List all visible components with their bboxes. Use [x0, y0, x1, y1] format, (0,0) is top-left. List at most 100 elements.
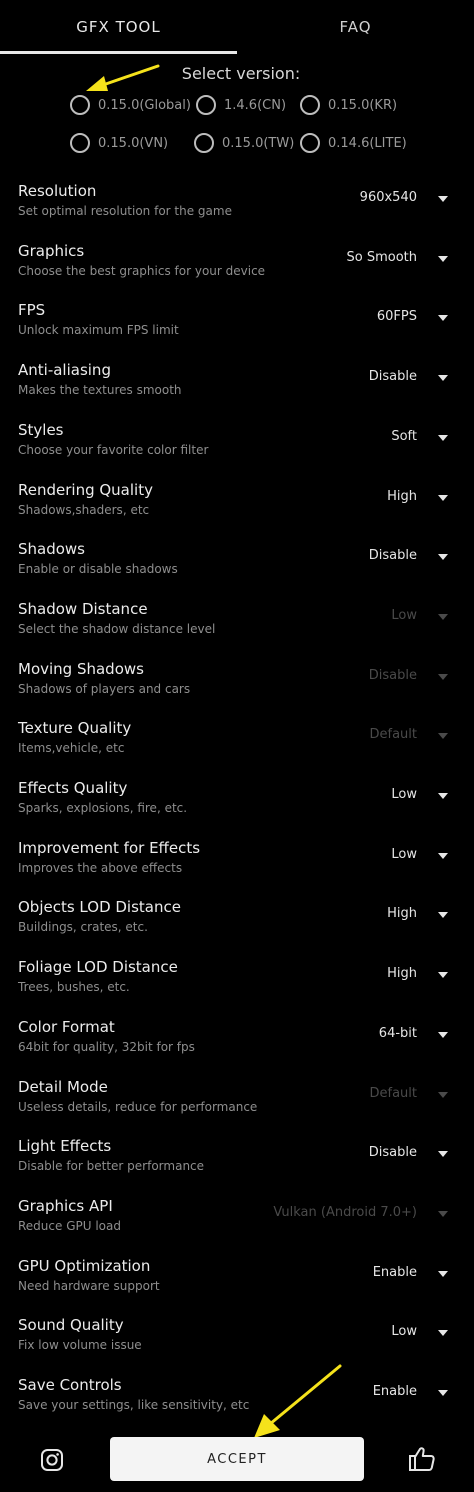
setting-subtitle: Fix low volume issue	[18, 1338, 142, 1352]
active-tab-indicator	[0, 51, 237, 54]
setting-subtitle: Select the shadow distance level	[18, 622, 216, 636]
setting-row-graphics: Graphics Choose the best graphics for you…	[0, 240, 474, 300]
chevron-down-icon	[438, 674, 448, 680]
setting-dropdown-fps[interactable]: 60FPS	[377, 309, 417, 324]
setting-dropdown-anti-aliasing[interactable]: Disable	[369, 369, 417, 384]
radio-circle	[70, 95, 90, 115]
setting-row-shadows: Shadows Enable or disable shadows Disable	[0, 538, 474, 598]
thumbs-up-icon[interactable]	[408, 1446, 436, 1472]
tab-gfx-tool[interactable]: GFX TOOL	[0, 0, 237, 54]
chevron-down-icon[interactable]	[438, 912, 448, 918]
setting-row-resolution: Resolution Set optimal resolution for the…	[0, 180, 474, 240]
setting-row-rendering-quality: Rendering Quality Shadows,shaders, etc Hig…	[0, 479, 474, 539]
version-radio-kr[interactable]: 0.15.0(KR)	[300, 92, 397, 118]
setting-dropdown-foliage-lod-distance[interactable]: High	[387, 966, 417, 981]
chevron-down-icon[interactable]	[438, 1330, 448, 1336]
setting-subtitle: Items,vehicle, etc	[18, 741, 125, 755]
setting-subtitle: Choose your favorite color filter	[18, 443, 209, 457]
chevron-down-icon[interactable]	[438, 793, 448, 799]
setting-title: Styles	[18, 421, 64, 439]
setting-subtitle: Trees, bushes, etc.	[18, 980, 130, 994]
tab-faq[interactable]: FAQ	[237, 0, 474, 54]
setting-title: Texture Quality	[18, 719, 132, 737]
setting-row-fps: FPS Unlock maximum FPS limit 60FPS	[0, 299, 474, 359]
chevron-down-icon[interactable]	[438, 554, 448, 560]
version-radio-cn[interactable]: 1.4.6(CN)	[196, 92, 286, 118]
setting-row-gpu-optimization: GPU Optimization Need hardware support Ena…	[0, 1255, 474, 1315]
setting-dropdown-texture-quality: Default	[369, 727, 418, 742]
setting-subtitle: Shadows,shaders, etc	[18, 503, 150, 517]
setting-dropdown-graphics[interactable]: So Smooth	[347, 250, 418, 265]
setting-dropdown-sound-quality[interactable]: Low	[391, 1324, 417, 1339]
chevron-down-icon[interactable]	[438, 1151, 448, 1157]
setting-title: GPU Optimization	[18, 1257, 151, 1275]
version-radio-tw[interactable]: 0.15.0(TW)	[194, 130, 294, 156]
setting-dropdown-light-effects[interactable]: Disable	[369, 1145, 417, 1160]
chevron-down-icon[interactable]	[438, 375, 448, 381]
select-version-title: Select version:	[181, 64, 301, 83]
chevron-down-icon[interactable]	[438, 853, 448, 859]
setting-subtitle: 64bit for quality, 32bit for fps	[18, 1040, 195, 1054]
chevron-down-icon[interactable]	[438, 196, 448, 202]
setting-subtitle: Useless details, reduce for performance	[18, 1100, 258, 1114]
setting-title: Improvement for Effects	[18, 839, 201, 857]
radio-label: 0.14.6(LITE)	[328, 135, 407, 151]
radio-label: 0.15.0(KR)	[328, 97, 398, 113]
setting-dropdown-shadows[interactable]: Disable	[369, 548, 417, 563]
setting-dropdown-moving-shadows: Disable	[368, 668, 417, 683]
setting-dropdown-rendering-quality[interactable]: High	[387, 489, 417, 504]
setting-title: Rendering Quality	[18, 481, 153, 499]
bottom-bar: ACCEPT	[0, 1428, 474, 1492]
accept-button[interactable]: ACCEPT	[110, 1437, 364, 1481]
setting-dropdown-save-controls[interactable]: Enable	[373, 1384, 417, 1399]
setting-subtitle: Makes the textures smooth	[18, 383, 182, 397]
instagram-icon[interactable]	[40, 1448, 64, 1472]
setting-subtitle: Sparks, explosions, fire, etc.	[18, 801, 188, 815]
setting-title: Resolution	[18, 182, 97, 200]
setting-dropdown-gpu-optimization[interactable]: Enable	[373, 1265, 417, 1280]
setting-row-graphics-api: Graphics API Reduce GPU load Vulkan (Andro…	[0, 1195, 474, 1255]
setting-dropdown-effects-quality[interactable]: Low	[391, 787, 417, 802]
setting-row-foliage-lod-distance: Foliage LOD Distance Trees, bushes, etc. H…	[0, 956, 474, 1016]
radio-circle	[70, 133, 90, 153]
radio-label: 0.15.0(TW)	[222, 135, 295, 151]
setting-title: Color Format	[18, 1018, 115, 1036]
setting-subtitle: Save your settings, like sensitivity, et…	[18, 1398, 250, 1412]
setting-subtitle: Reduce GPU load	[18, 1219, 121, 1233]
setting-row-texture-quality: Texture Quality Items,vehicle, etc Default	[0, 717, 474, 777]
setting-row-sound-quality: Sound Quality Fix low volume issue Low	[0, 1314, 474, 1374]
setting-title: Moving Shadows	[18, 660, 144, 678]
chevron-down-icon[interactable]	[438, 972, 448, 978]
setting-title: Detail Mode	[18, 1078, 108, 1096]
setting-row-anti-aliasing: Anti-aliasing Makes the textures smooth Di…	[0, 359, 474, 419]
radio-circle	[196, 95, 216, 115]
setting-subtitle: Enable or disable shadows	[18, 562, 178, 576]
chevron-down-icon[interactable]	[438, 315, 448, 321]
chevron-down-icon[interactable]	[438, 495, 448, 501]
setting-row-light-effects: Light Effects Disable for better performa…	[0, 1135, 474, 1195]
chevron-down-icon	[438, 1092, 448, 1098]
setting-subtitle: Shadows of players and cars	[18, 682, 191, 696]
setting-row-save-controls: Save Controls Save your settings, like se…	[0, 1374, 474, 1434]
setting-dropdown-improvement-for-effects[interactable]: Low	[391, 847, 417, 862]
version-radio-lite[interactable]: 0.14.6(LITE)	[300, 130, 407, 156]
chevron-down-icon[interactable]	[438, 1032, 448, 1038]
setting-title: Save Controls	[18, 1376, 122, 1394]
setting-dropdown-styles[interactable]: Soft	[391, 429, 417, 444]
setting-dropdown-resolution[interactable]: 960x540	[360, 190, 417, 205]
setting-dropdown-color-format[interactable]: 64-bit	[379, 1026, 417, 1041]
annotation-arrow-icon	[86, 64, 160, 91]
chevron-down-icon[interactable]	[438, 1271, 448, 1277]
chevron-down-icon	[438, 1211, 448, 1217]
chevron-down-icon[interactable]	[438, 256, 448, 262]
chevron-down-icon[interactable]	[438, 435, 448, 441]
chevron-down-icon[interactable]	[438, 1390, 448, 1396]
version-radio-vn[interactable]: 0.15.0(VN)	[70, 130, 168, 156]
setting-dropdown-graphics-api: Vulkan (Android 7.0+)	[273, 1205, 417, 1220]
setting-subtitle: Need hardware support	[18, 1279, 160, 1293]
setting-row-moving-shadows: Moving Shadows Shadows of players and car…	[0, 658, 474, 718]
setting-title: Anti-aliasing	[18, 361, 111, 379]
radio-circle	[300, 133, 320, 153]
setting-title: FPS	[18, 301, 46, 319]
setting-dropdown-objects-lod-distance[interactable]: High	[387, 906, 417, 921]
